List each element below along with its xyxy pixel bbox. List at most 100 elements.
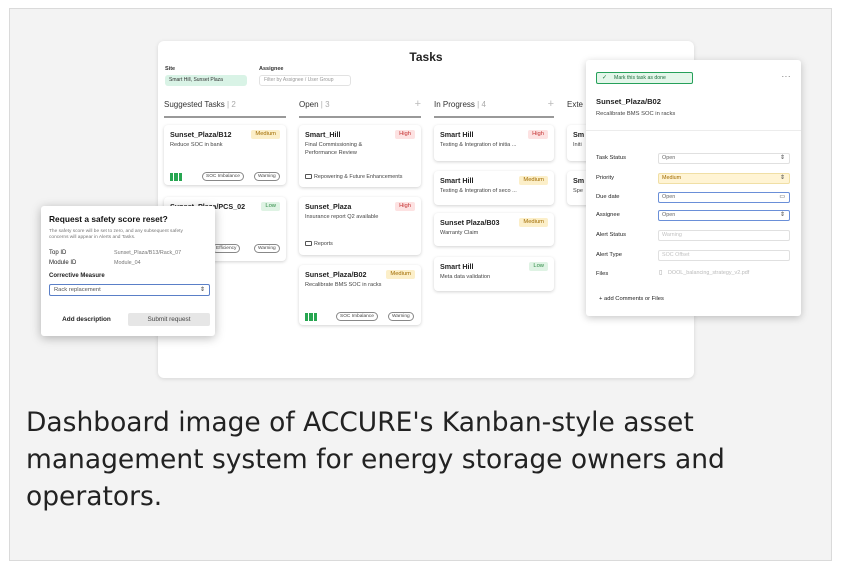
chevron-updown-icon: ⇕ — [779, 155, 785, 161]
tag-chip: SOC Imbalance — [202, 172, 244, 181]
dialog-title: Request a safety score reset? — [49, 214, 168, 224]
site-label: Site — [165, 66, 176, 72]
due-date-label: Due date — [596, 194, 620, 200]
task-detail-panel: ✓ Mark this task as done ··· Sunset_Plaz… — [586, 60, 801, 316]
field-value: Medium — [662, 175, 682, 181]
tag-chip: SOC Imbalance — [336, 312, 378, 321]
divider — [586, 130, 801, 131]
priority-label: Priority — [596, 175, 615, 181]
assignee-select[interactable]: Open ⇕ — [658, 210, 790, 221]
chevron-updown-icon: ⇕ — [779, 212, 785, 218]
figure-caption: Dashboard image of ACCURE's Kanban-style… — [26, 407, 725, 512]
task-subtitle: Recalibrate BMS SOC in racks — [596, 111, 676, 117]
alert-status-field: Warning — [658, 230, 790, 241]
card-description: Insurance report Q2 available — [305, 214, 379, 220]
category-folder: Reports — [305, 241, 333, 247]
priority-badge: High — [528, 130, 548, 139]
folder-label: Reports — [314, 241, 333, 247]
corrective-measure-select[interactable]: Rack replacement ⇕ — [49, 284, 210, 296]
mark-done-label: Mark this task as done — [614, 75, 666, 81]
alert-type-label: Alert Type — [596, 252, 622, 258]
file-link[interactable]: ▯ DOOL_balancing_strategy_v2.pdf — [658, 269, 790, 280]
column-header-suggested: Suggested Tasks | 2 — [164, 100, 236, 109]
card-title: Smart Hill — [440, 176, 474, 185]
tag-chip: Warning — [388, 312, 414, 321]
card-title: Sunset_Plaza/B02 — [305, 270, 367, 279]
priority-badge: Low — [529, 262, 548, 271]
task-status-select[interactable]: Open ⇕ — [658, 153, 790, 164]
column-header-external: Exte — [567, 100, 583, 109]
card-description: Final Commissioning & Performance Review — [305, 142, 363, 156]
add-task-open-button[interactable]: + — [415, 98, 421, 110]
site-filter[interactable]: Smart Hill, Sunset Plaza — [165, 75, 247, 86]
column-header-open: Open | 3 + — [299, 98, 421, 110]
column-count: 3 — [325, 100, 330, 109]
column-count: 4 — [481, 100, 486, 109]
task-card[interactable]: Smart_Hill High Final Commissioning & Pe… — [299, 125, 421, 187]
file-icon: ▯ — [659, 270, 663, 276]
column-header-in-progress: In Progress | 4 + — [434, 98, 554, 110]
card-title: Smart Hill — [440, 130, 474, 139]
select-value: Rack replacement — [54, 287, 101, 293]
category-folder: Repowering & Future Enhancements — [305, 174, 402, 180]
priority-badge: Medium — [519, 176, 548, 185]
priority-badge: Medium — [251, 130, 280, 139]
task-card[interactable]: Smart Hill Medium Testing & Integration … — [434, 171, 554, 205]
column-title: Suggested Tasks — [164, 100, 225, 109]
card-title: Sunset_Plaza/B12 — [170, 130, 232, 139]
task-status-label: Task Status — [596, 155, 626, 161]
card-description: Meta data validation — [440, 274, 491, 280]
chevron-updown-icon: ⇕ — [779, 175, 785, 181]
assignee-filter[interactable]: Filter by Assignee / User Group — [259, 75, 351, 86]
battery-icon — [305, 313, 317, 321]
alert-type-field: SOC Offset — [658, 250, 790, 261]
column-count: 2 — [231, 100, 236, 109]
check-icon: ✓ — [602, 75, 608, 81]
task-card[interactable]: Sunset Plaza/B03 Medium Warranty Claim — [434, 213, 554, 246]
submit-request-button[interactable]: Submit request — [128, 313, 210, 326]
task-card[interactable]: Smart Hill Low Meta data validation — [434, 257, 554, 291]
folder-icon — [305, 241, 312, 246]
task-card[interactable]: Sunset_Plaza/B12 Medium Reduce SOC in ba… — [164, 125, 286, 185]
column-title: Open — [299, 100, 319, 109]
card-description: Testing & Integration of initia ... — [440, 142, 517, 148]
tag-chip: Efficiency — [212, 244, 241, 253]
task-card[interactable]: Smart Hill High Testing & Integration of… — [434, 125, 554, 161]
field-value: Open — [662, 155, 676, 161]
due-date-input[interactable]: Open ▭ — [658, 192, 790, 203]
field-value: Open — [662, 212, 676, 218]
top-id-value: Sunset_Plaza/B13/Rack_07 — [114, 250, 182, 256]
folder-icon — [305, 174, 312, 179]
field-value: Open — [662, 194, 676, 200]
alert-status-label: Alert Status — [596, 232, 626, 238]
module-id-value: Module_04 — [114, 260, 141, 266]
assignee-label: Assignee — [259, 66, 284, 72]
safety-reset-dialog: Request a safety score reset? The safety… — [41, 206, 215, 336]
priority-badge: High — [395, 202, 415, 211]
task-card[interactable]: Sunset_Plaza/B02 Medium Recalibrate BMS … — [299, 265, 421, 325]
add-description-button[interactable]: Add description — [49, 313, 124, 326]
dialog-description: The safety score will be set to zero, an… — [49, 229, 183, 241]
assignee-label: Assignee — [596, 212, 620, 218]
card-description: Reduce SOC in bank — [170, 142, 223, 148]
file-name: DOOL_balancing_strategy_v2.pdf — [668, 270, 750, 276]
task-title: Sunset_Plaza/B02 — [596, 97, 661, 106]
folder-label: Repowering & Future Enhancements — [314, 174, 403, 180]
card-title: Sunset_Plaza — [305, 202, 352, 211]
card-description: Warranty Claim — [440, 230, 479, 236]
top-id-label: Top ID — [49, 250, 67, 256]
column-title: In Progress — [434, 100, 475, 109]
add-task-in-progress-button[interactable]: + — [548, 98, 554, 110]
mark-done-button[interactable]: ✓ Mark this task as done — [596, 72, 693, 84]
task-card[interactable]: Sunset_Plaza High Insurance report Q2 av… — [299, 197, 421, 255]
column-divider — [299, 116, 421, 118]
priority-select[interactable]: Medium ⇕ — [658, 173, 790, 184]
priority-badge: High — [395, 130, 415, 139]
more-options-icon[interactable]: ··· — [782, 72, 792, 81]
card-title: Sm — [573, 176, 585, 185]
priority-badge: Medium — [386, 270, 415, 279]
priority-badge: Medium — [519, 218, 548, 227]
tag-chip: Warning — [254, 172, 280, 181]
corrective-measure-label: Corrective Measure — [49, 273, 105, 279]
add-comments-button[interactable]: + add Comments or Files — [599, 296, 664, 302]
